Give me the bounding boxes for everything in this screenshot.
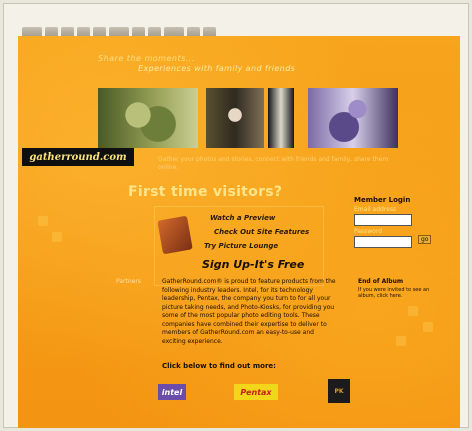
email-label: Email address (354, 206, 397, 213)
partners-paragraph: GatherRound.com® is proud to feature pro… (162, 278, 336, 345)
site-logo[interactable]: gatherround.com (22, 148, 134, 166)
click-below-text: Click below to find out more: (162, 362, 276, 370)
email-field[interactable] (354, 214, 412, 226)
partner-pentax-logo[interactable]: Pentax (234, 384, 278, 400)
password-field[interactable] (354, 236, 412, 248)
password-label: Password (354, 228, 383, 235)
banner-caption: Gather your photos and stories, connect … (158, 156, 389, 171)
partner-intel-logo[interactable]: intel (158, 384, 186, 400)
banner-photo-woman (98, 88, 198, 148)
header-tagline: Share the moments... (98, 54, 195, 63)
decor-square (38, 216, 48, 226)
decor-square (423, 322, 433, 332)
album-note: End of Album If you were invited to see … (358, 278, 438, 299)
album-note-body[interactable]: If you were invited to see an album, cli… (358, 287, 438, 299)
decor-square (52, 232, 62, 242)
partners-label: Partners (116, 278, 141, 285)
header-tagline-sub: Experiences with family and friends (138, 64, 296, 73)
partner-kiosk-logo[interactable]: PK (328, 379, 350, 403)
decor-square (408, 306, 418, 316)
album-note-title: End of Album (358, 278, 404, 285)
web-page: Share the moments... Experiences with fa… (18, 36, 460, 428)
login-title: Member Login (354, 196, 411, 204)
link-site-features[interactable]: Check Out Site Features (214, 228, 309, 236)
login-go-button[interactable]: go (418, 235, 432, 244)
banner-photo-basketball (308, 88, 398, 148)
gift-box-icon (157, 215, 193, 255)
first-time-heading: First time visitors? (128, 184, 283, 200)
link-watch-preview[interactable]: Watch a Preview (210, 214, 275, 222)
photo-banner (98, 88, 398, 148)
signup-link[interactable]: Sign Up-It's Free (202, 258, 304, 271)
banner-photo-child (206, 88, 264, 148)
banner-photo-strip (268, 88, 294, 148)
decor-square (396, 336, 406, 346)
link-picture-lounge[interactable]: Try Picture Lounge (204, 242, 278, 250)
